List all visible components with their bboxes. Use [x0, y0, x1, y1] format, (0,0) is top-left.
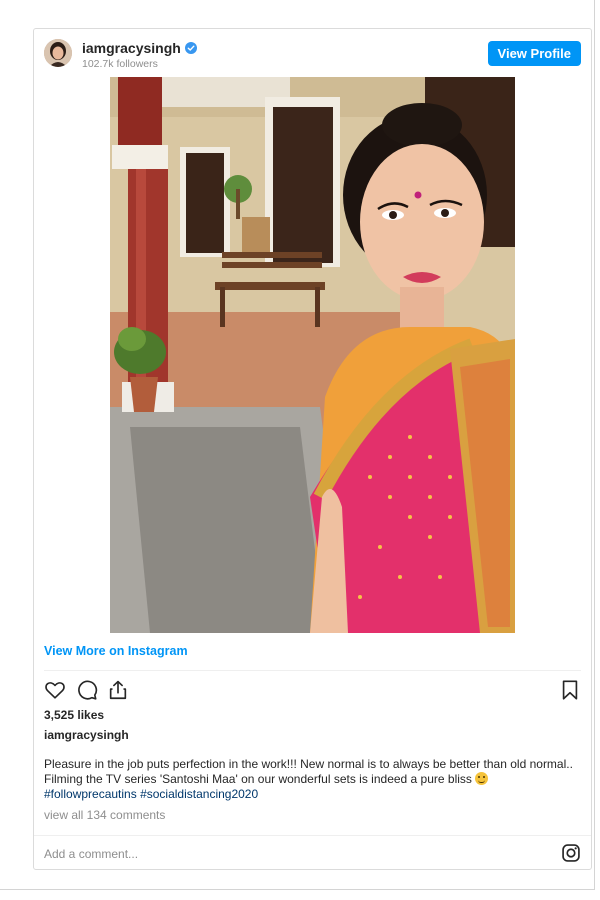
username[interactable]: iamgracysingh: [82, 40, 181, 56]
comment-bar: [34, 835, 591, 872]
hashtag-link[interactable]: #socialdistancing2020: [140, 787, 258, 801]
caption: Pleasure in the job puts perfection in t…: [44, 757, 584, 802]
heart-icon[interactable]: [44, 679, 66, 701]
follower-count: 102.7k followers: [82, 58, 158, 70]
post-header: iamgracysingh 102.7k followers View Prof…: [34, 29, 591, 79]
divider: [44, 670, 581, 671]
verified-badge-icon: [184, 42, 197, 54]
caption-username[interactable]: iamgracysingh: [44, 728, 129, 742]
view-all-comments-link[interactable]: view all 134 comments: [44, 808, 165, 822]
instagram-post-card: iamgracysingh 102.7k followers View Prof…: [33, 28, 592, 870]
instagram-logo-icon[interactable]: [561, 843, 581, 863]
comment-input[interactable]: [42, 842, 526, 866]
comment-icon[interactable]: [76, 679, 98, 701]
hashtag-link[interactable]: #followprecautins: [44, 787, 137, 801]
bookmark-icon[interactable]: [559, 679, 581, 701]
username-row: iamgracysingh: [82, 40, 197, 56]
caption-text: Pleasure in the job puts perfection in t…: [44, 757, 573, 786]
action-bar: [44, 679, 581, 703]
like-count[interactable]: 3,525 likes: [44, 708, 104, 722]
share-icon[interactable]: [107, 679, 129, 701]
view-profile-button[interactable]: View Profile: [487, 41, 581, 66]
post-image[interactable]: [110, 77, 515, 633]
view-more-on-instagram-link[interactable]: View More on Instagram: [44, 644, 188, 658]
smiling-face-emoji-icon: [474, 772, 488, 785]
avatar[interactable]: [44, 39, 72, 67]
hashtag-list: #followprecautins #socialdistancing2020: [44, 787, 258, 801]
